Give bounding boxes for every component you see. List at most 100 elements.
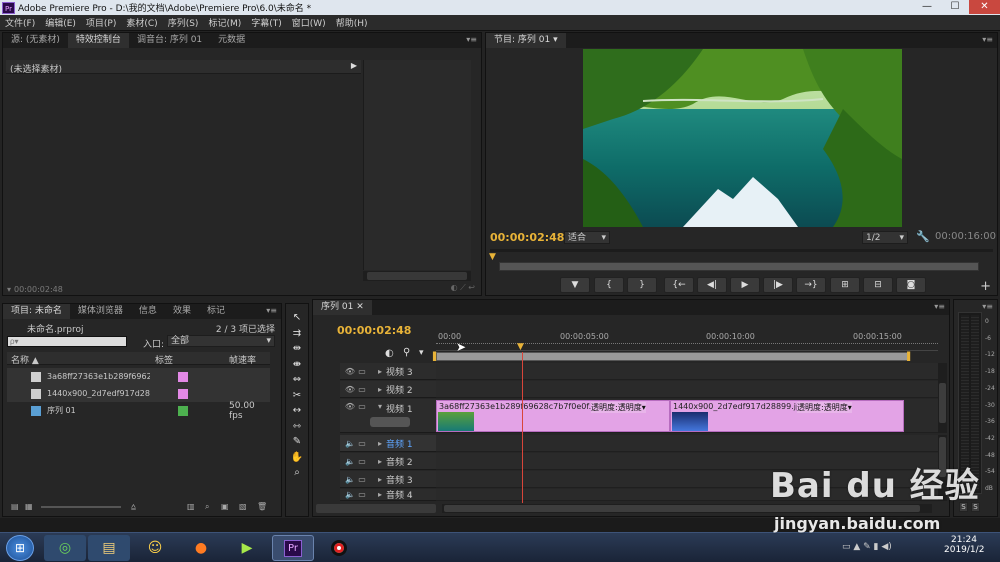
column-name[interactable]: 名称 ▲ <box>11 353 39 366</box>
column-fps[interactable]: 帧速率 <box>229 353 256 366</box>
eye-icon[interactable]: 👁 <box>344 385 356 394</box>
project-panel-menu-icon[interactable]: ▾≡ <box>266 306 277 315</box>
razor-tool-icon[interactable]: ✂ <box>290 388 304 404</box>
extract-button[interactable]: ⊟ <box>863 277 893 293</box>
speaker-icon[interactable]: 🔈 <box>344 490 356 499</box>
speaker-icon[interactable]: 🔈 <box>344 439 356 448</box>
project-item[interactable]: 序列 01 50.00 fps <box>7 401 270 421</box>
meter-panel-menu-icon[interactable]: ▾≡ <box>982 302 993 311</box>
track-lane-video-3[interactable] <box>436 363 938 380</box>
menu-clip[interactable]: 素材(C) <box>121 16 162 29</box>
tab-metadata[interactable]: 元数据 <box>210 33 253 48</box>
minimize-button[interactable]: — <box>913 0 941 14</box>
track-header-audio-3[interactable]: 🔈 ▭ ▸ 音频 3 <box>340 471 436 488</box>
bin-icon[interactable]: ▥ <box>187 502 195 511</box>
track-lane-audio-1[interactable] <box>436 435 938 452</box>
clip-opacity-menu[interactable]: 透明度:透明度▾ <box>591 402 646 413</box>
track-header-audio-1[interactable]: 🔈 ▭ ▸ 音频 1 <box>340 435 436 452</box>
go-to-out-button[interactable]: →} <box>796 277 826 293</box>
menu-window[interactable]: 窗口(W) <box>287 16 331 29</box>
taskbar-app-record-icon[interactable] <box>318 535 360 561</box>
close-button[interactable]: ✕ <box>969 0 1000 14</box>
panel-menu-icon[interactable]: ▾≡ <box>466 35 477 44</box>
timeline-zoom-scroll[interactable] <box>316 504 436 513</box>
zoom-slider[interactable] <box>41 506 121 508</box>
menu-marker[interactable]: 标记(M) <box>203 16 246 29</box>
collapse-track-icon[interactable]: ▾ <box>374 402 386 411</box>
zoom-tool-icon[interactable]: ⌕ <box>290 465 304 481</box>
tab-audio-mixer[interactable]: 调音台: 序列 01 <box>129 33 210 48</box>
project-item[interactable]: 1440x900_2d7edf917d28899 <box>7 385 270 402</box>
taskbar-app-browser-icon[interactable]: ◎ <box>44 535 86 561</box>
pen-tool-icon[interactable]: ✎ <box>290 434 304 450</box>
expand-arrow-icon[interactable]: ▶ <box>351 61 357 70</box>
project-search-input[interactable] <box>7 336 127 347</box>
lock-icon[interactable]: ▭ <box>356 439 368 448</box>
timeline-ruler[interactable]: 00:00 00:00:05:00 00:00:10:00 00:00:15:0… <box>436 331 938 351</box>
maximize-button[interactable]: ☐ <box>941 0 969 14</box>
tab-markers[interactable]: 标记 <box>199 304 233 319</box>
expand-track-icon[interactable]: ▸ <box>374 490 386 499</box>
snap-icon[interactable]: ◐ <box>385 348 394 359</box>
taskbar-app-explorer-icon[interactable]: ▤ <box>88 535 130 561</box>
timeline-timecode[interactable]: 00:00:02:48 <box>337 324 411 337</box>
marker-icon[interactable]: ▾ <box>419 348 424 358</box>
tray-clock[interactable]: 21:24 2019/1/2 <box>944 535 984 555</box>
slide-tool-icon[interactable]: ⇿ <box>290 419 304 435</box>
lift-button[interactable]: ⊞ <box>830 277 860 293</box>
keyframe-control[interactable] <box>370 417 410 427</box>
track-header-audio-4[interactable]: 🔈 ▭ ▸ 音频 4 <box>340 489 436 501</box>
selection-tool-icon[interactable]: ↖ <box>290 310 304 326</box>
resolution-dropdown[interactable]: 1/2 ▾ <box>862 231 908 244</box>
slip-tool-icon[interactable]: ↔ <box>290 403 304 419</box>
column-label[interactable]: 标签 <box>155 353 173 366</box>
track-header-video-1[interactable]: 👁 ▭ ▾ 视频 1 <box>340 399 436 433</box>
expand-track-icon[interactable]: ▸ <box>374 439 386 448</box>
expand-track-icon[interactable]: ▸ <box>374 367 386 376</box>
icon-view-icon[interactable]: ▦ <box>25 502 33 511</box>
expand-track-icon[interactable]: ▸ <box>374 385 386 394</box>
tray-icons[interactable]: ▭ ▲ ✎ ▮ ◀) <box>842 542 892 552</box>
speaker-icon[interactable]: 🔈 <box>344 475 356 484</box>
work-area-end-handle[interactable]: ▐ <box>904 352 910 361</box>
lock-icon[interactable]: ▭ <box>356 490 368 499</box>
clip-opacity-menu[interactable]: 透明度:透明度▾ <box>797 402 852 413</box>
work-area-start-handle[interactable]: ▌ <box>433 352 439 361</box>
program-zoom-bar[interactable] <box>499 262 979 271</box>
taskbar-app-qq-icon[interactable]: ☺ <box>134 535 176 561</box>
timeline-playhead-icon[interactable]: ▼ <box>517 342 524 352</box>
new-item-icon[interactable]: ▧ <box>239 502 247 511</box>
expand-track-icon[interactable]: ▸ <box>374 457 386 466</box>
track-header-video-3[interactable]: 👁 ▭ ▸ 视频 3 <box>340 363 436 380</box>
tab-info[interactable]: 信息 <box>131 304 165 319</box>
speaker-icon[interactable]: 🔈 <box>344 457 356 466</box>
track-select-tool-icon[interactable]: ⇉ <box>290 326 304 342</box>
find-icon[interactable]: ⌕ <box>205 502 209 512</box>
track-lane-video-2[interactable] <box>436 381 938 398</box>
effect-scrollbar[interactable] <box>363 271 471 281</box>
tab-effect-controls[interactable]: 特效控制台 <box>67 33 129 48</box>
program-playhead-icon[interactable]: ▼ <box>489 252 496 262</box>
wrench-icon[interactable]: 🔧 <box>916 230 930 243</box>
eye-icon[interactable]: 👁 <box>344 402 356 411</box>
link-marker-icon[interactable]: ⚲ <box>403 347 410 358</box>
step-forward-button[interactable]: |▶ <box>763 277 793 293</box>
go-to-in-button[interactable]: {← <box>664 277 694 293</box>
menu-file[interactable]: 文件(F) <box>0 16 40 29</box>
trash-icon[interactable]: 🗑 <box>257 502 267 511</box>
timeline-panel-menu-icon[interactable]: ▾≡ <box>934 302 945 311</box>
mark-in-button[interactable]: { <box>594 277 624 293</box>
step-back-button[interactable]: ◀| <box>697 277 727 293</box>
expand-track-icon[interactable]: ▸ <box>374 475 386 484</box>
lock-icon[interactable]: ▭ <box>356 402 368 411</box>
rate-stretch-tool-icon[interactable]: ⇔ <box>290 372 304 388</box>
list-view-icon[interactable]: ▤ <box>11 502 19 511</box>
new-bin-icon[interactable]: ▣ <box>221 502 229 511</box>
tab-source[interactable]: 源: (无素材) <box>3 33 68 48</box>
tab-program[interactable]: 节目: 序列 01 ▾ <box>486 33 566 48</box>
track-header-video-2[interactable]: 👁 ▭ ▸ 视频 2 <box>340 381 436 398</box>
taskbar-app-player-icon[interactable]: ▶ <box>226 535 268 561</box>
menu-edit[interactable]: 编辑(E) <box>40 16 81 29</box>
taskbar-app-firefox-icon[interactable]: ● <box>180 535 222 561</box>
ripple-edit-tool-icon[interactable]: ⇹ <box>290 341 304 357</box>
